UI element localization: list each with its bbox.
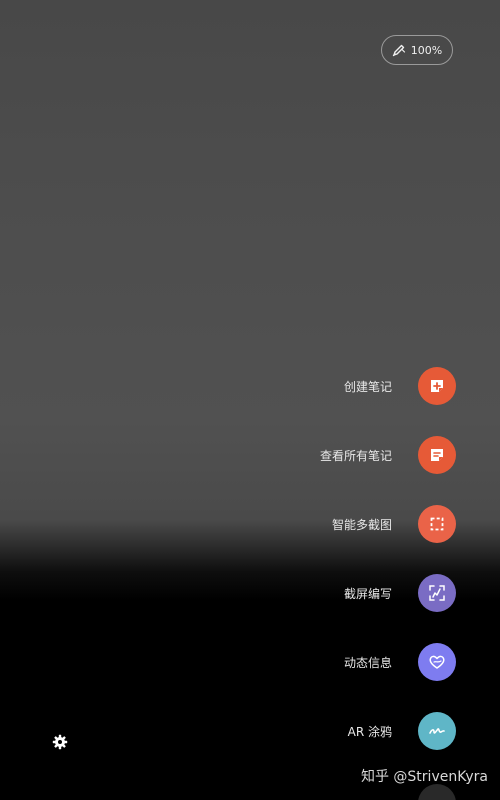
gear-icon[interactable]	[52, 734, 68, 750]
menu-item-ar-doodle[interactable]: AR 涂鸦	[156, 712, 456, 750]
pen-battery-badge: 100%	[381, 35, 453, 65]
live-message-icon[interactable]	[418, 643, 456, 681]
menu-item-live-message[interactable]: 动态信息	[156, 643, 456, 681]
smart-select-icon[interactable]	[418, 505, 456, 543]
air-command-overlay: 100% 创建笔记 查看所有笔记 智能多截图 截屏编写 动态信息 AR 涂鸦 知…	[0, 0, 500, 800]
menu-item-label: 查看所有笔记	[319, 448, 392, 463]
menu-item-smart-select[interactable]: 智能多截图	[156, 505, 456, 543]
watermark-text: 知乎 @StrivenKyra	[360, 769, 488, 785]
menu-item-label: 智能多截图	[331, 517, 392, 532]
menu-item-label: AR 涂鸦	[347, 724, 392, 739]
pen-battery-text: 100%	[410, 43, 443, 57]
menu-item-screen-write[interactable]: 截屏编写	[156, 574, 456, 612]
menu-item-view-all-notes[interactable]: 查看所有笔记	[156, 436, 456, 474]
menu-item-label: 创建笔记	[343, 379, 392, 394]
stylus-pen-icon	[392, 43, 406, 57]
view-notes-icon[interactable]	[418, 436, 456, 474]
ar-doodle-icon[interactable]	[418, 712, 456, 750]
menu-item-label: 动态信息	[343, 655, 392, 670]
menu-item-partial	[418, 784, 456, 800]
create-note-icon[interactable]	[418, 367, 456, 405]
menu-item-create-note[interactable]: 创建笔记	[156, 367, 456, 405]
menu-item-label: 截屏编写	[343, 586, 392, 601]
screen-write-icon[interactable]	[418, 574, 456, 612]
